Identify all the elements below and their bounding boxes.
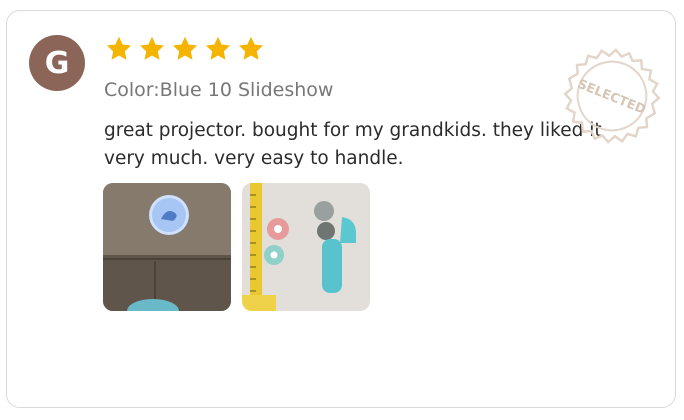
product-variant: Color:Blue 10 Slideshow [104,79,334,101]
review-photo-2[interactable] [242,183,370,311]
selected-stamp-icon: SELECTED [563,48,661,144]
stamp-label: SELECTED [575,77,647,118]
review-photos [103,183,370,311]
avatar: G [29,35,85,91]
review-photo-1[interactable] [103,183,231,311]
star-icon [106,36,132,60]
star-icon [238,36,264,60]
star-icon [205,36,231,60]
avatar-initial: G [44,45,70,81]
review-card: G Color:Blue 10 Slideshow great projecto… [6,10,676,408]
star-icon [139,36,165,60]
star-icon [172,36,198,60]
star-rating [105,35,265,63]
